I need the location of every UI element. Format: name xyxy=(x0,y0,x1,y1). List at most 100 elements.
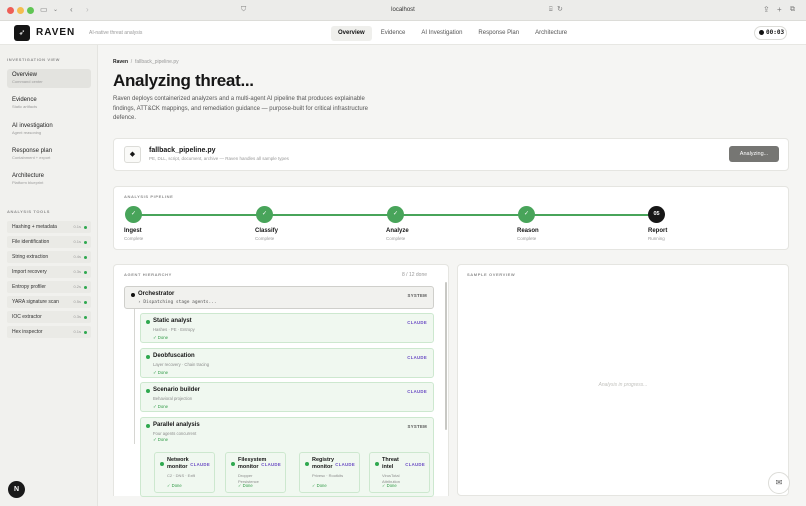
orchestrator-node[interactable]: Orchestrator SYSTEM › Dispatching stage … xyxy=(124,286,434,309)
step-classify-check-icon: ✓ xyxy=(256,206,273,223)
tool-string-extraction[interactable]: String extraction 0.4s xyxy=(7,251,91,263)
agent-name: Registry monitor xyxy=(312,457,335,470)
sidebar-item-title: Overview xyxy=(12,72,38,78)
step-name: Report xyxy=(648,228,668,234)
chevron-down-icon[interactable]: ⌄ xyxy=(53,5,58,15)
agent-name: Static analyst xyxy=(153,318,192,324)
nav-architecture[interactable]: Architecture xyxy=(528,26,574,41)
tool-time: 0.4s xyxy=(73,254,81,259)
agent-tag: CLAUDE xyxy=(261,462,281,467)
sidebar: INVESTIGATION VIEW Overview Command cent… xyxy=(0,45,98,506)
nav-response-plan[interactable]: Response Plan xyxy=(471,26,526,41)
subagent-network-monitor[interactable]: Network monitor CLAUDE C2 · DNS · Exfil … xyxy=(154,452,215,493)
sidebar-item-title: Response plan xyxy=(12,148,53,154)
agent-name: Orchestrator xyxy=(138,291,175,297)
sample-overview-card xyxy=(457,264,789,496)
agent-subtitle: Four agents concurrent xyxy=(153,431,197,436)
nav-overview[interactable]: Overview xyxy=(331,26,372,41)
breadcrumb-file: fallback_pipeline.py xyxy=(134,59,179,65)
agent-status: ✓ Done xyxy=(153,437,169,442)
forward-icon[interactable]: › xyxy=(86,5,89,15)
status-dot-icon xyxy=(146,389,150,393)
raven-logo-icon[interactable]: ➶ xyxy=(14,25,30,41)
shield-icon[interactable]: ⛉ xyxy=(241,5,246,15)
agent-deobfuscation[interactable]: Deobfuscation CLAUDE Layer recovery · Ch… xyxy=(140,348,434,378)
top-nav: Overview Evidence AI Investigation Respo… xyxy=(331,26,574,41)
tool-import-recovery[interactable]: Import recovery 0.3s xyxy=(7,266,91,278)
step-name: Ingest xyxy=(124,228,142,234)
new-tab-icon[interactable]: + xyxy=(777,5,782,15)
brand-name[interactable]: RAVEN xyxy=(36,27,75,39)
step-status: Complete xyxy=(255,236,275,241)
address-bar[interactable]: localhost xyxy=(360,5,446,15)
sidebar-item-title: Evidence xyxy=(12,97,37,103)
pipeline-label: ANALYSIS PIPELINE xyxy=(124,194,174,199)
tool-hex-inspector[interactable]: Hex inspector 0.1s xyxy=(7,326,91,338)
agent-static-analyst[interactable]: Static analyst CLAUDE Hashes · PE · Entr… xyxy=(140,313,434,343)
agent-status: ✓ Done xyxy=(238,483,253,488)
chat-icon[interactable]: ✉ xyxy=(768,472,790,494)
back-icon[interactable]: ‹ xyxy=(70,5,73,15)
nav-ai-investigation[interactable]: AI Investigation xyxy=(414,26,469,41)
subagent-filesystem-monitor[interactable]: Filesystem monitor CLAUDE Dropper Persis… xyxy=(225,452,286,493)
agent-name: Scenario builder xyxy=(153,387,201,393)
tool-time: 0.1s xyxy=(73,329,81,334)
user-avatar[interactable]: N xyxy=(8,481,25,498)
subagent-registry-monitor[interactable]: Registry monitor CLAUDE Privesc · Rootki… xyxy=(299,452,360,493)
sidebar-item-title: Architecture xyxy=(12,173,45,179)
hierarchy-scrollbar[interactable] xyxy=(445,282,447,430)
sample-overview-label: SAMPLE OVERVIEW xyxy=(467,272,516,277)
status-dot-icon xyxy=(84,271,87,274)
status-dot-icon xyxy=(84,316,87,319)
sidebar-toggle-icon[interactable]: ▭ xyxy=(40,5,48,15)
status-dot-icon xyxy=(84,286,87,289)
tool-hashing[interactable]: Hashing + metadata 0.1s xyxy=(7,221,91,233)
sidebar-item-response-plan[interactable]: Response plan Containment + export xyxy=(7,145,91,164)
breadcrumb-root[interactable]: Raven xyxy=(113,59,128,65)
tool-time: 0.1s xyxy=(73,224,81,229)
step-status: Complete xyxy=(517,236,537,241)
tool-name: String extraction xyxy=(12,254,49,260)
nav-evidence[interactable]: Evidence xyxy=(374,26,413,41)
minimize-window-button[interactable] xyxy=(17,7,24,14)
step-status: Complete xyxy=(386,236,406,241)
tool-time: 0.3s xyxy=(73,269,81,274)
agent-name: Parallel analysis xyxy=(153,422,200,428)
status-dot-icon xyxy=(146,424,150,428)
step-reason-check-icon: ✓ xyxy=(518,206,535,223)
file-diamond-icon: ◆ xyxy=(124,146,141,163)
maximize-window-button[interactable] xyxy=(27,7,34,14)
agent-tag: SYSTEM xyxy=(407,424,427,429)
step-analyze-check-icon: ✓ xyxy=(387,206,404,223)
tool-ioc-extractor[interactable]: IOC extractor 0.3s xyxy=(7,311,91,323)
tool-name: Hex inspector xyxy=(12,329,43,335)
share-icon[interactable]: ⇪ xyxy=(763,5,770,15)
breadcrumb: Raven / fallback_pipeline.py xyxy=(113,59,179,65)
agent-tag: SYSTEM xyxy=(407,293,427,298)
breadcrumb-separator: / xyxy=(130,59,133,65)
timer-value: 00:03 xyxy=(766,29,785,36)
sidebar-item-ai-investigation[interactable]: AI investigation Agent reasoning xyxy=(7,120,91,139)
agent-scenario-builder[interactable]: Scenario builder CLAUDE Behavioral proje… xyxy=(140,382,434,412)
sidebar-item-architecture[interactable]: Architecture Platform blueprint xyxy=(7,170,91,189)
subagent-threat-intel[interactable]: Threat intel CLAUDE VirusTotal Attributi… xyxy=(369,452,430,493)
tabs-icon[interactable]: ⧉ xyxy=(790,5,795,15)
step-ingest-check-icon: ✓ xyxy=(125,206,142,223)
elapsed-timer: 00:03 xyxy=(754,26,787,40)
browser-toolbar: ▭ ⌄ ‹ › ⛉ localhost ⌸ ↻ ⇪ + ⧉ xyxy=(0,0,806,21)
tool-name: IOC extractor xyxy=(12,314,42,320)
tool-entropy-profiler[interactable]: Entropy profiler 0.2s xyxy=(7,281,91,293)
status-dot-icon xyxy=(375,462,379,466)
sidebar-item-overview[interactable]: Overview Command center xyxy=(7,69,91,88)
agent-tag: CLAUDE xyxy=(407,320,427,325)
sidebar-item-evidence[interactable]: Evidence Static artifacts xyxy=(7,94,91,113)
close-window-button[interactable] xyxy=(7,7,14,14)
analyzing-button[interactable]: Analyzing... xyxy=(729,146,779,162)
translate-icon[interactable]: ⌸ xyxy=(549,5,553,15)
pipeline-card xyxy=(113,186,789,250)
brand-tagline: AI-native threat analysis xyxy=(89,30,143,36)
reload-icon[interactable]: ↻ xyxy=(557,5,563,15)
tool-file-identification[interactable]: File identification 0.1s xyxy=(7,236,91,248)
tool-yara-scan[interactable]: YARA signature scan 0.5s xyxy=(7,296,91,308)
step-name: Reason xyxy=(517,228,539,234)
